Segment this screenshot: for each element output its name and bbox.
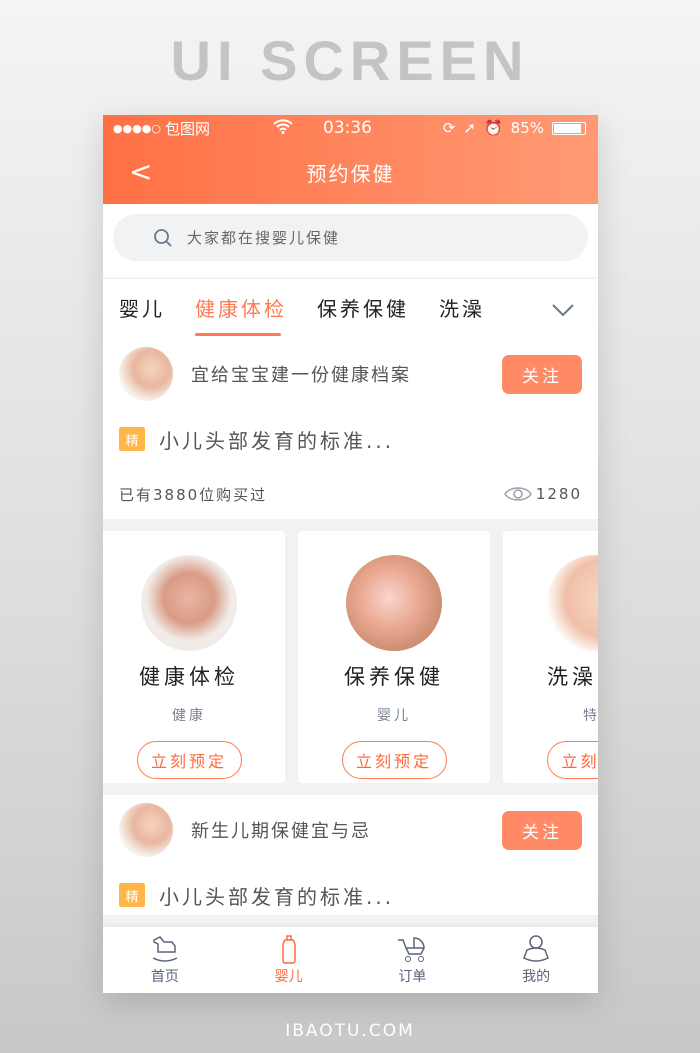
alarm-icon: ⏰ <box>483 119 503 137</box>
tab-baby[interactable]: 婴儿 <box>119 293 165 326</box>
eye-icon <box>503 487 532 501</box>
avatar <box>119 803 173 857</box>
service-category: 特 <box>583 708 598 724</box>
tabbar-home[interactable]: 首页 <box>103 927 227 993</box>
service-name: 洗澡 <box>547 665 597 689</box>
battery-icon <box>552 121 586 135</box>
rotation-lock-icon: ⟳ <box>442 119 456 137</box>
follow-button[interactable]: 关注 <box>502 810 582 850</box>
wifi-icon <box>273 118 293 138</box>
service-cards: 健康体检 健康 立刻预定 保养保健 婴儿 立刻预定 洗澡 特 立刻预定 <box>103 519 598 795</box>
post-card[interactable]: 宜给宝宝建一份健康档案 关注 精 小儿头部发育的标准... 已有3880位购买过… <box>103 339 598 519</box>
post-title: 宜给宝宝建一份健康档案 <box>191 365 411 386</box>
tabbar-me[interactable]: 我的 <box>474 927 598 993</box>
post-text: 小儿头部发育的标准... <box>159 428 395 453</box>
page-title: 预约保健 <box>306 162 395 186</box>
service-image <box>141 555 237 651</box>
stroller-icon <box>398 937 426 962</box>
tab-care[interactable]: 保养保健 <box>317 293 409 326</box>
service-card[interactable]: 健康体检 健康 立刻预定 <box>103 531 285 783</box>
carrier: 包图网 <box>165 119 211 138</box>
header: ●●●●○ 包图网 03:36 ⟳ ➚ ⏰ 85% < 预约保健 <box>103 115 598 204</box>
tab-bath[interactable]: 洗澡 <box>439 293 485 326</box>
purchase-count: 已有3880位购买过 <box>119 485 268 504</box>
featured-badge: 精 <box>119 427 145 451</box>
back-button[interactable]: < <box>129 155 154 188</box>
chevron-down-icon[interactable] <box>552 297 574 321</box>
service-name: 保养保健 <box>344 665 444 689</box>
phone-screen: ●●●●○ 包图网 03:36 ⟳ ➚ ⏰ 85% < 预约保健 大家都在搜婴儿保… <box>103 115 598 993</box>
status-bar: ●●●●○ 包图网 03:36 ⟳ ➚ ⏰ 85% <box>103 115 598 141</box>
search-input[interactable]: 大家都在搜婴儿保健 <box>113 214 588 261</box>
baby-bottle-icon <box>281 935 296 964</box>
category-tabs: 婴儿 健康体检 保养保健 洗澡 <box>103 279 598 339</box>
hero-title: UI SCREEN <box>170 29 530 92</box>
tab-health-check[interactable]: 健康体检 <box>195 293 287 336</box>
book-now-button[interactable]: 立刻预定 <box>136 741 242 779</box>
avatar <box>119 347 173 401</box>
signal-icon: ●●●●○ <box>113 121 161 135</box>
service-card[interactable]: 保养保健 婴儿 立刻预定 <box>298 531 490 783</box>
service-image <box>346 555 442 651</box>
location-icon: ➚ <box>463 119 476 137</box>
post-title: 新生儿期保健宜与忌 <box>191 821 371 842</box>
tabbar-baby[interactable]: 婴儿 <box>227 927 351 993</box>
search-placeholder: 大家都在搜婴儿保健 <box>187 229 341 247</box>
view-count: 1280 <box>535 485 582 503</box>
rocking-horse-icon <box>152 936 178 962</box>
book-now-button[interactable]: 立刻预定 <box>341 741 447 779</box>
clock: 03:36 <box>323 118 372 138</box>
featured-badge: 精 <box>119 883 145 907</box>
book-now-button[interactable]: 立刻预定 <box>547 741 598 779</box>
service-category: 婴儿 <box>377 708 411 724</box>
service-name: 健康体检 <box>139 665 239 689</box>
tabbar-orders[interactable]: 订单 <box>351 927 475 993</box>
service-card[interactable]: 洗澡 特 立刻预定 <box>503 531 598 783</box>
search-icon <box>154 228 172 247</box>
post-text: 小儿头部发育的标准... <box>159 884 395 909</box>
service-image <box>547 555 598 651</box>
battery-percent: 85% <box>510 119 544 137</box>
post-card[interactable]: 新生儿期保健宜与忌 关注 精 小儿头部发育的标准... <box>103 795 598 915</box>
bottom-tab-bar: 首页 婴儿 订单 我的 <box>103 927 598 993</box>
follow-button[interactable]: 关注 <box>502 354 582 394</box>
baby-icon <box>523 935 550 962</box>
footer-brand: IBAOTU.COM <box>285 1021 415 1041</box>
service-category: 健康 <box>172 708 206 724</box>
